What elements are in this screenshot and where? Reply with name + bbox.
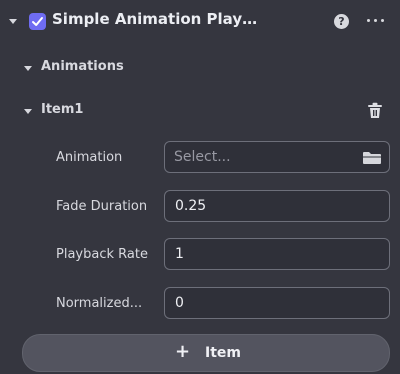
help-icon[interactable]: ? — [334, 14, 349, 29]
inspector-panel: Simple Animation Play… ? Animations Item… — [0, 0, 400, 374]
animations-section-label: Animations — [41, 59, 124, 74]
playback-rate-value: 1 — [175, 246, 184, 262]
component-title: Simple Animation Play… — [52, 10, 258, 28]
animations-section-header[interactable]: Animations — [0, 54, 400, 82]
more-icon[interactable] — [367, 19, 385, 23]
add-item-label: Item — [205, 345, 241, 361]
collapse-caret-icon[interactable] — [9, 19, 17, 24]
animation-label: Animation — [56, 150, 123, 165]
section-caret-icon[interactable] — [24, 66, 32, 71]
animation-placeholder: Select... — [174, 149, 231, 165]
normalized-value: 0 — [175, 295, 184, 311]
fade-duration-label: Fade Duration — [56, 199, 148, 214]
fade-duration-field[interactable]: 0.25 — [164, 190, 390, 222]
fade-duration-value: 0.25 — [175, 198, 207, 214]
folder-icon[interactable] — [362, 151, 382, 165]
playback-rate-field[interactable]: 1 — [164, 238, 390, 270]
item-caret-icon[interactable] — [24, 109, 32, 114]
playback-rate-label: Playback Rate — [56, 247, 148, 262]
item-header[interactable]: Item1 — [0, 97, 400, 125]
component-enabled-checkbox[interactable] — [29, 13, 46, 30]
trash-icon[interactable] — [367, 102, 383, 119]
normalized-field[interactable]: 0 — [164, 287, 390, 319]
add-item-button[interactable]: + Item — [22, 334, 390, 372]
component-header[interactable]: Simple Animation Play… ? — [0, 0, 400, 44]
item-label: Item1 — [41, 102, 84, 117]
check-icon — [32, 17, 43, 26]
plus-icon: + — [175, 341, 191, 362]
animation-asset-field[interactable]: Select... — [164, 141, 390, 173]
normalized-label: Normalized... — [56, 296, 143, 311]
